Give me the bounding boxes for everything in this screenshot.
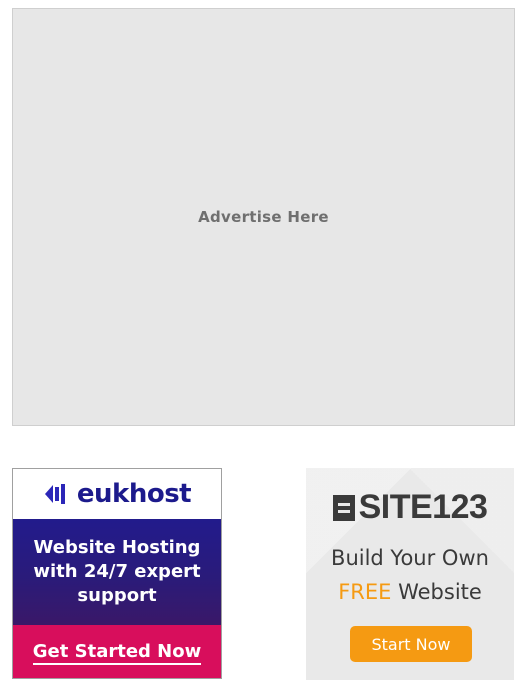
eukhost-cta-label: Get Started Now bbox=[32, 641, 202, 665]
site123-brand-name: SITE123 bbox=[358, 488, 488, 526]
eukhost-headline: Website Hosting with 24/7 expert support bbox=[33, 537, 201, 606]
site123-free-highlight: FREE bbox=[338, 580, 392, 604]
site123-logo: SITE123 bbox=[306, 488, 514, 527]
site123-start-now-button[interactable]: Start Now bbox=[350, 626, 472, 662]
eukhost-logo: eukhost bbox=[13, 469, 221, 519]
site123-logo-icon bbox=[332, 494, 355, 521]
eukhost-headline-area: Website Hosting with 24/7 expert support bbox=[13, 519, 221, 625]
site123-button-label: Start Now bbox=[371, 634, 451, 654]
eukhost-brand-name: eukhost bbox=[76, 479, 192, 509]
eukhost-logo-icon bbox=[44, 484, 65, 504]
site123-website-text: Website bbox=[398, 580, 482, 604]
eukhost-get-started-button[interactable]: Get Started Now bbox=[13, 625, 221, 678]
site123-tagline-line2: FREE Website bbox=[306, 580, 514, 604]
advertise-here-label: Advertise Here bbox=[198, 208, 329, 226]
eukhost-ad-banner[interactable]: eukhost Website Hosting with 24/7 expert… bbox=[12, 468, 222, 679]
site123-tagline-line1: Build Your Own bbox=[331, 546, 489, 570]
site123-ad-banner[interactable]: SITE123 Build Your Own FREE Website Star… bbox=[306, 468, 514, 680]
advertise-here-placeholder[interactable]: Advertise Here bbox=[12, 8, 515, 426]
